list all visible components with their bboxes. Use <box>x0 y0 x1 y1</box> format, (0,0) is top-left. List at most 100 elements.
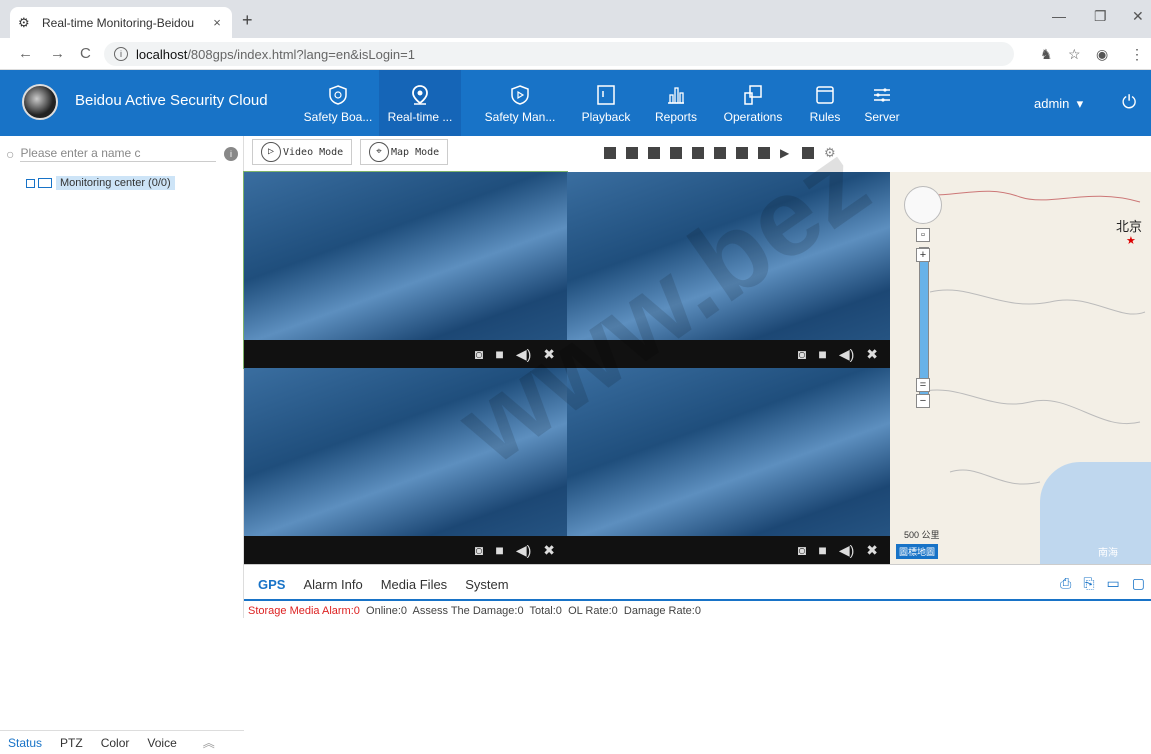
layout-custom-icon[interactable] <box>736 147 748 159</box>
video-cell[interactable]: ◙ ■ ◀) ✖ <box>243 171 568 369</box>
nav-operations[interactable]: Operations <box>712 70 794 136</box>
url-host: localhost <box>136 46 188 62</box>
tree-node-label: Monitoring center (0/0) <box>56 176 175 190</box>
nav-reports[interactable]: Reports <box>635 70 717 136</box>
video-cell[interactable]: ◙ ■ ◀) ✖ <box>567 172 890 368</box>
shield-play-icon <box>511 85 529 105</box>
checkbox[interactable] <box>26 178 35 188</box>
reload-icon[interactable]: C <box>80 45 91 62</box>
fullscreen-icon[interactable]: ✖ <box>543 542 555 559</box>
tab-gps[interactable]: GPS <box>258 577 285 592</box>
tree-node-monitoring-center[interactable]: Monitoring center (0/0) <box>26 176 175 190</box>
map-label-sea: 南海 <box>1098 548 1118 559</box>
close-tab-icon[interactable]: × <box>210 15 224 30</box>
nav-label: Safety Man... <box>484 110 556 124</box>
sea-area <box>1040 462 1151 564</box>
operations-icon <box>744 85 762 105</box>
tab-system[interactable]: System <box>465 577 508 592</box>
search-input[interactable]: Please enter a name c <box>20 146 216 162</box>
bookmark-star-icon[interactable]: ☆ <box>1068 46 1081 63</box>
bar-chart-icon <box>668 87 684 104</box>
nav-safety-board[interactable]: Safety Boa... <box>297 70 379 136</box>
layout-window-icon[interactable] <box>758 147 770 159</box>
info-icon[interactable]: i <box>114 47 128 61</box>
collapse-up-icon[interactable]: ︽ <box>203 734 215 751</box>
search-box[interactable]: ○ Please enter a name c i <box>6 142 238 166</box>
back-icon[interactable]: ← <box>18 45 33 62</box>
browser-tabbar: ⚙ Real-time Monitoring-Beidou × + — ❐ ✕ <box>0 0 1151 38</box>
nav-label: Playback <box>581 110 631 124</box>
layout-4-icon[interactable] <box>626 147 638 159</box>
window-icon <box>816 86 834 104</box>
nav-safety-management[interactable]: Safety Man... <box>479 70 561 136</box>
tab-voice[interactable]: Voice <box>147 736 176 750</box>
url-input[interactable]: i localhost /808gps/index.html?lang=en&i… <box>104 42 1014 66</box>
lock-file-icon[interactable]: ⎙ <box>1060 575 1071 592</box>
play-icon[interactable]: ▶ <box>780 147 792 159</box>
video-cell[interactable]: ◙ ■ ◀) ✖ <box>244 368 567 564</box>
unlock-file-icon[interactable]: ⎘ <box>1083 575 1094 592</box>
fullscreen-icon[interactable]: ✖ <box>866 542 878 559</box>
video-mode-button[interactable]: ▷ Video Mode <box>252 139 353 165</box>
tab-status[interactable]: Status <box>8 736 42 750</box>
camera-icon[interactable]: ◙ <box>475 346 483 362</box>
forward-icon[interactable]: → <box>50 45 65 62</box>
restore-icon[interactable]: ❐ <box>1094 8 1107 25</box>
video-cell[interactable]: ◙ ■ ◀) ✖ <box>567 368 890 564</box>
power-icon[interactable]: ⏻ <box>1122 92 1136 113</box>
stop-icon[interactable]: ■ <box>495 346 503 362</box>
layout-1-icon[interactable] <box>604 147 616 159</box>
tab-ptz[interactable]: PTZ <box>60 736 83 750</box>
map-mode-button[interactable]: ⌖ Map Mode <box>360 139 449 165</box>
user-menu[interactable]: admin ▾ <box>1034 96 1083 112</box>
location-pin-icon <box>412 85 428 105</box>
tab-color[interactable]: Color <box>101 736 130 750</box>
extension-icon[interactable]: ♞ <box>1040 46 1053 63</box>
gear-icon[interactable]: ⚙ <box>824 146 836 159</box>
stop-icon[interactable] <box>802 147 814 159</box>
nav-label: Real-time ... <box>387 110 453 124</box>
nav-label: Rules <box>809 110 841 124</box>
camera-icon[interactable]: ◙ <box>798 542 806 558</box>
menu-dots-icon[interactable]: ⋮ <box>1130 46 1144 63</box>
info-icon[interactable]: i <box>224 147 238 161</box>
window-close-icon[interactable]: ✕ <box>1132 8 1144 25</box>
video-controls: ◙ ■ ◀) ✖ <box>244 340 567 368</box>
volume-icon[interactable]: ◀) <box>516 346 531 363</box>
camera-icon[interactable]: ◙ <box>475 542 483 558</box>
new-tab-icon[interactable]: + <box>242 10 253 31</box>
app-header: Beidou Active Security Cloud Safety Boa.… <box>0 70 1151 136</box>
volume-icon[interactable]: ◀) <box>839 542 854 559</box>
browser-tab[interactable]: ⚙ Real-time Monitoring-Beidou × <box>10 7 232 38</box>
playback-icon <box>597 85 615 105</box>
map-view[interactable]: ▫ + = − 北京 ★ 500 公里 圖標地圖 南海 <box>890 172 1151 564</box>
stop-icon[interactable]: ■ <box>818 346 826 362</box>
layout-16-icon[interactable] <box>714 147 726 159</box>
camera-icon[interactable]: ◙ <box>798 346 806 362</box>
layout-9-icon[interactable] <box>692 147 704 159</box>
zoom-handle[interactable]: = <box>916 378 930 392</box>
zoom-reset-icon[interactable]: ▫ <box>916 228 930 242</box>
zoom-in-icon[interactable]: + <box>916 248 930 262</box>
zoom-out-icon[interactable]: − <box>916 394 930 408</box>
map-pin-icon: ⌖ <box>369 142 389 162</box>
tab-media-files[interactable]: Media Files <box>381 577 447 592</box>
maximize-panel-icon[interactable]: ▢ <box>1132 575 1145 592</box>
fullscreen-icon[interactable]: ✖ <box>543 346 555 363</box>
volume-icon[interactable]: ◀) <box>839 346 854 363</box>
layout-8-icon[interactable] <box>670 147 682 159</box>
nav-server[interactable]: Server <box>841 70 923 136</box>
ol-rate: OL Rate:0 <box>568 605 618 617</box>
pan-control[interactable] <box>904 186 942 224</box>
profile-icon[interactable]: ◉ <box>1096 46 1108 63</box>
nav-label: Reports <box>654 110 698 124</box>
stop-icon[interactable]: ■ <box>495 542 503 558</box>
volume-icon[interactable]: ◀) <box>516 542 531 559</box>
layout-6-icon[interactable] <box>648 147 660 159</box>
fullscreen-icon[interactable]: ✖ <box>866 346 878 363</box>
tab-alarm-info[interactable]: Alarm Info <box>303 577 362 592</box>
nav-real-time[interactable]: Real-time ... <box>379 70 461 136</box>
minimize-icon[interactable]: — <box>1052 8 1066 24</box>
minimize-panel-icon[interactable]: ▭ <box>1107 575 1120 592</box>
stop-icon[interactable]: ■ <box>818 542 826 558</box>
